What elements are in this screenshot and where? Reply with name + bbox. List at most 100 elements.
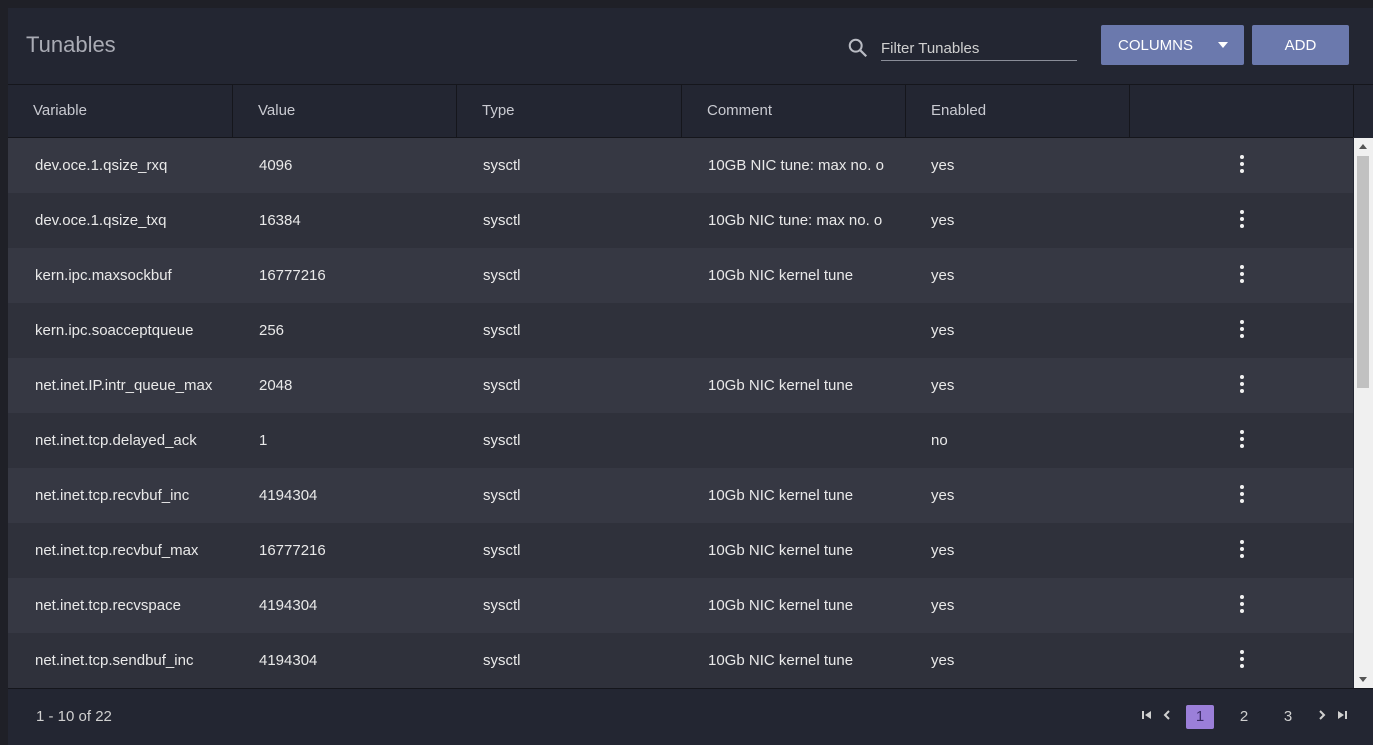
cell-variable: net.inet.tcp.recvspace: [35, 597, 181, 614]
cell-value: 2048: [259, 377, 293, 394]
column-header-enabled[interactable]: Enabled: [906, 85, 1130, 137]
cell-type: sysctl: [483, 377, 521, 394]
cell-type: sysctl: [483, 542, 521, 559]
search-input[interactable]: [881, 36, 1077, 61]
range-text: 1 - 10 of 22: [36, 708, 112, 725]
cell-comment: 10Gb NIC kernel tune: [708, 377, 854, 394]
cell-comment: [708, 303, 888, 358]
previous-page-icon[interactable]: [1160, 708, 1174, 722]
cell-enabled: yes: [931, 487, 955, 504]
cell-value: 16777216: [259, 267, 326, 284]
table-row[interactable]: net.inet.tcp.recvspace 4194304 sysctl 10Gb …: [8, 578, 1353, 633]
cell-enabled: yes: [931, 322, 955, 339]
cell-comment: 10Gb NIC kernel tune: [708, 487, 854, 504]
table-header: Variable Value Type Comment Enabled: [8, 85, 1354, 138]
cell-value: 1: [259, 432, 268, 449]
cell-variable: kern.ipc.soacceptqueue: [35, 322, 194, 339]
cell-comment: 10Gb NIC kernel tune: [708, 597, 854, 614]
cell-enabled: yes: [931, 652, 955, 669]
cell-comment: 10Gb NIC kernel tune: [708, 267, 854, 284]
next-page-icon[interactable]: [1315, 708, 1329, 722]
cell-enabled: yes: [931, 212, 955, 229]
cell-variable: dev.oce.1.qsize_txq: [35, 212, 167, 229]
cell-comment: 10Gb NIC kernel tune: [708, 652, 854, 669]
cell-enabled: yes: [931, 377, 955, 394]
toolbar: Tunables COLUMNS ADD: [8, 8, 1373, 85]
table-row[interactable]: net.inet.tcp.sendbuf_inc 4194304 sysctl 10G…: [8, 633, 1353, 688]
cell-enabled: yes: [931, 157, 955, 174]
cell-value: 4096: [259, 157, 293, 174]
cell-comment: 10Gb NIC kernel tune: [708, 542, 854, 559]
cell-value: 4194304: [259, 597, 318, 614]
cell-variable: net.inet.tcp.sendbuf_inc: [35, 652, 194, 669]
cell-variable: net.inet.tcp.recvbuf_max: [35, 542, 199, 559]
cell-variable: dev.oce.1.qsize_rxq: [35, 157, 168, 174]
cell-comment: [708, 413, 888, 468]
table-row[interactable]: net.inet.IP.intr_queue_max 2048 sysctl 10Gb…: [8, 358, 1353, 413]
cell-value: 4194304: [259, 652, 318, 669]
cell-value: 4194304: [259, 487, 318, 504]
cell-comment: 10GB NIC tune: max no. o: [708, 157, 884, 174]
table-row[interactable]: net.inet.tcp.recvbuf_inc 4194304 sysctl 10G…: [8, 468, 1353, 523]
cell-enabled: yes: [931, 542, 955, 559]
more-vert-icon[interactable]: [1237, 485, 1247, 505]
cell-type: sysctl: [483, 652, 521, 669]
cell-type: sysctl: [483, 157, 521, 174]
column-header-value[interactable]: Value: [233, 85, 457, 137]
cell-type: sysctl: [483, 487, 521, 504]
table-row[interactable]: dev.oce.1.qsize_rxq 4096 sysctl 10GB NIC tu…: [8, 138, 1353, 193]
cell-type: sysctl: [483, 432, 521, 449]
cell-value: 16384: [259, 212, 301, 229]
column-header-variable[interactable]: Variable: [8, 85, 233, 137]
page-button-3[interactable]: 3: [1274, 705, 1302, 729]
cell-enabled: yes: [931, 597, 955, 614]
more-vert-icon[interactable]: [1237, 650, 1247, 670]
more-vert-icon[interactable]: [1237, 430, 1247, 450]
vertical-scrollbar[interactable]: [1354, 138, 1373, 688]
cell-value: 16777216: [259, 542, 326, 559]
column-header-comment[interactable]: Comment: [682, 85, 906, 137]
cell-type: sysctl: [483, 212, 521, 229]
table-row[interactable]: kern.ipc.maxsockbuf 16777216 sysctl 10Gb NI…: [8, 248, 1353, 303]
page-button-2[interactable]: 2: [1230, 705, 1258, 729]
cell-comment: 10Gb NIC tune: max no. o: [708, 212, 883, 229]
columns-button[interactable]: COLUMNS: [1101, 25, 1244, 65]
more-vert-icon[interactable]: [1237, 320, 1247, 340]
cell-type: sysctl: [483, 322, 521, 339]
more-vert-icon[interactable]: [1237, 540, 1247, 560]
column-header-type[interactable]: Type: [457, 85, 682, 137]
page-button-1[interactable]: 1: [1186, 705, 1214, 729]
cell-type: sysctl: [483, 267, 521, 284]
more-vert-icon[interactable]: [1237, 155, 1247, 175]
tunables-panel: Tunables COLUMNS ADD Variable Value Type…: [8, 8, 1373, 745]
first-page-icon[interactable]: [1140, 708, 1154, 722]
more-vert-icon[interactable]: [1237, 375, 1247, 395]
columns-button-label: COLUMNS: [1118, 36, 1194, 54]
cell-value: 256: [259, 322, 285, 339]
cell-variable: net.inet.tcp.delayed_ack: [35, 432, 197, 449]
last-page-icon[interactable]: [1335, 708, 1349, 722]
cell-type: sysctl: [483, 597, 521, 614]
chevron-down-icon: [1218, 42, 1228, 48]
more-vert-icon[interactable]: [1237, 595, 1247, 615]
page-title: Tunables: [26, 32, 116, 57]
table-row[interactable]: net.inet.tcp.recvbuf_max 16777216 sysctl 10…: [8, 523, 1353, 578]
table-row[interactable]: kern.ipc.soacceptqueue 256 sysctl yes: [8, 303, 1353, 358]
cell-variable: kern.ipc.maxsockbuf: [35, 267, 172, 284]
cell-variable: net.inet.IP.intr_queue_max: [35, 377, 213, 394]
table-row[interactable]: net.inet.tcp.delayed_ack 1 sysctl no: [8, 413, 1353, 468]
more-vert-icon[interactable]: [1237, 265, 1247, 285]
search-icon[interactable]: [847, 37, 869, 59]
scroll-up-icon[interactable]: [1359, 144, 1367, 149]
table-row[interactable]: dev.oce.1.qsize_txq 16384 sysctl 10Gb NIC t…: [8, 193, 1353, 248]
scroll-down-icon[interactable]: [1359, 677, 1367, 682]
add-button[interactable]: ADD: [1252, 25, 1349, 65]
column-header-actions: [1130, 85, 1354, 137]
cell-enabled: no: [931, 432, 948, 449]
scrollbar-thumb[interactable]: [1357, 156, 1369, 388]
more-vert-icon[interactable]: [1237, 210, 1247, 230]
cell-variable: net.inet.tcp.recvbuf_inc: [35, 487, 190, 504]
pagination-footer: 1 - 10 of 22 1 2 3: [8, 688, 1373, 745]
table-body: dev.oce.1.qsize_rxq 4096 sysctl 10GB NIC tu…: [8, 138, 1353, 688]
cell-enabled: yes: [931, 267, 955, 284]
